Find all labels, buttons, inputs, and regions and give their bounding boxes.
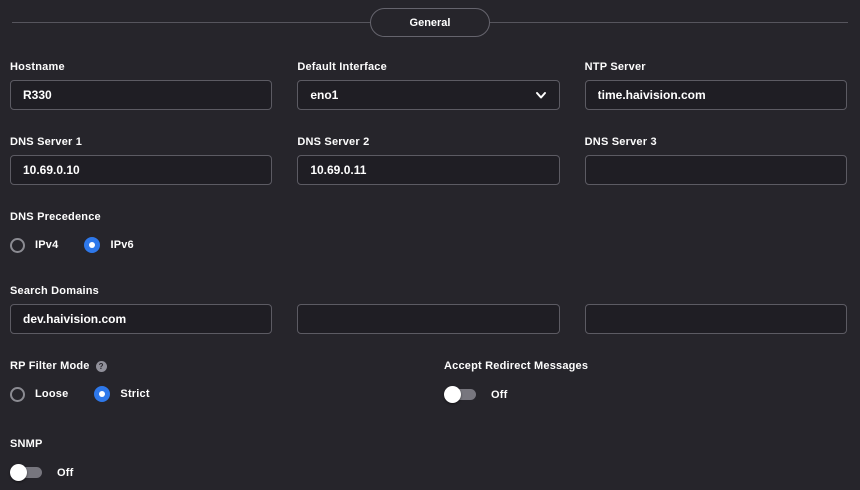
radio-unchecked-icon <box>10 238 25 253</box>
snmp-toggle[interactable] <box>10 464 43 481</box>
search-domain-input-1[interactable] <box>10 304 272 334</box>
toggle-knob <box>10 464 27 481</box>
default-interface-select[interactable]: eno1 <box>297 80 559 110</box>
rp-filter-radio-group: Loose Strict <box>10 386 444 402</box>
default-interface-value: eno1 <box>310 88 338 102</box>
dns2-input[interactable] <box>297 155 559 185</box>
radio-strict[interactable]: Strict <box>94 386 149 402</box>
form-content: Hostname Default Interface eno1 NTP Serv… <box>0 45 860 481</box>
snmp-toggle-row: Off <box>10 464 847 481</box>
radio-unchecked-icon <box>10 387 25 402</box>
search-domains-inputs <box>10 304 847 334</box>
snmp-state: Off <box>57 467 73 479</box>
row-rp-redirect: RP Filter Mode ? Loose Strict Accept Red… <box>10 360 847 403</box>
hostname-label: Hostname <box>10 61 272 73</box>
chevron-down-icon <box>535 89 547 101</box>
row-dns-precedence: DNS Precedence IPv4 IPv6 <box>10 211 847 253</box>
dns-precedence-radio-group: IPv4 IPv6 <box>10 237 847 253</box>
dns1-input[interactable] <box>10 155 272 185</box>
dns1-label: DNS Server 1 <box>10 136 272 148</box>
radio-ipv6[interactable]: IPv6 <box>84 237 133 253</box>
dns-precedence-label: DNS Precedence <box>10 211 847 223</box>
row-snmp: SNMP Off <box>10 438 847 481</box>
search-domains-label: Search Domains <box>10 285 847 297</box>
dns3-label: DNS Server 3 <box>585 136 847 148</box>
radio-strict-label: Strict <box>120 388 149 400</box>
snmp-label: SNMP <box>10 438 847 450</box>
radio-ipv6-label: IPv6 <box>110 239 133 251</box>
help-icon[interactable]: ? <box>96 361 107 372</box>
default-interface-label: Default Interface <box>297 61 559 73</box>
radio-checked-icon <box>84 237 100 253</box>
accept-redirect-label: Accept Redirect Messages <box>444 360 847 372</box>
default-interface-field-group: Default Interface eno1 <box>297 61 559 110</box>
radio-checked-icon <box>94 386 110 402</box>
network-settings-page: General Hostname Default Interface eno1 <box>0 0 860 490</box>
row-basic-settings: Hostname Default Interface eno1 NTP Serv… <box>10 61 847 110</box>
dns2-label: DNS Server 2 <box>297 136 559 148</box>
dns2-field-group: DNS Server 2 <box>297 136 559 185</box>
tab-bar: General <box>0 0 860 45</box>
search-domain-input-3[interactable] <box>585 304 847 334</box>
row-search-domains: Search Domains <box>10 285 847 334</box>
accept-redirect-group: Accept Redirect Messages Off <box>444 360 847 403</box>
ntp-server-input[interactable] <box>585 80 847 110</box>
ntp-server-label: NTP Server <box>585 61 847 73</box>
accept-redirect-toggle-row: Off <box>444 386 847 403</box>
dns1-field-group: DNS Server 1 <box>10 136 272 185</box>
dns3-input[interactable] <box>585 155 847 185</box>
radio-ipv4[interactable]: IPv4 <box>10 238 58 253</box>
search-domain-input-2[interactable] <box>297 304 559 334</box>
hostname-input[interactable] <box>10 80 272 110</box>
radio-loose-label: Loose <box>35 388 68 400</box>
tab-general[interactable]: General <box>370 8 490 37</box>
rp-filter-group: RP Filter Mode ? Loose Strict <box>10 360 444 403</box>
radio-loose[interactable]: Loose <box>10 387 68 402</box>
accept-redirect-toggle[interactable] <box>444 386 477 403</box>
hostname-field-group: Hostname <box>10 61 272 110</box>
toggle-knob <box>444 386 461 403</box>
row-dns-servers: DNS Server 1 DNS Server 2 DNS Server 3 <box>10 136 847 185</box>
rp-filter-label: RP Filter Mode <box>10 360 90 372</box>
dns3-field-group: DNS Server 3 <box>585 136 847 185</box>
accept-redirect-state: Off <box>491 389 507 401</box>
radio-ipv4-label: IPv4 <box>35 239 58 251</box>
ntp-server-field-group: NTP Server <box>585 61 847 110</box>
